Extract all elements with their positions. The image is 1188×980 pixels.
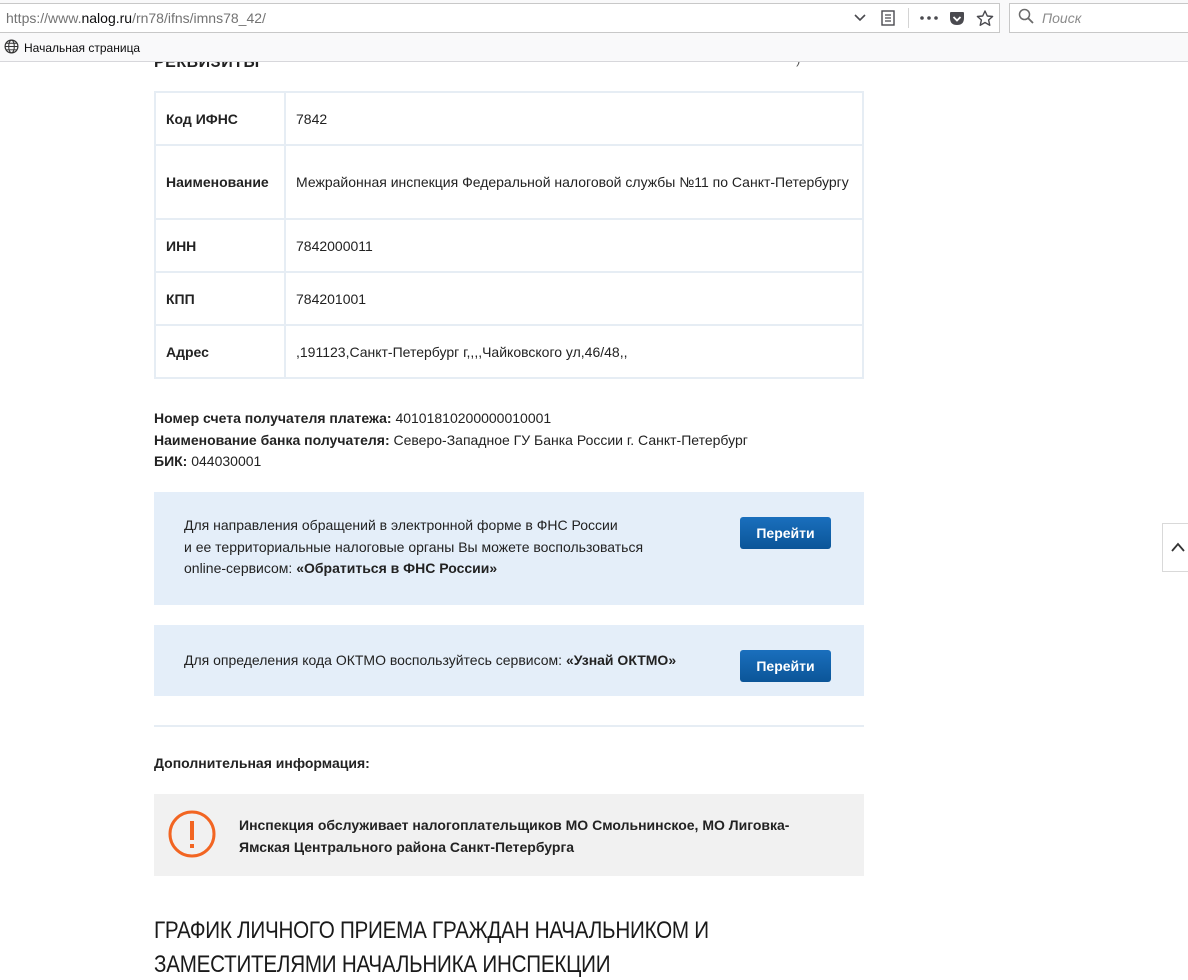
appeal-service-link: «Обратиться в ФНС России» xyxy=(296,560,498,576)
bookmarks-toolbar: Начальная страница xyxy=(0,35,1188,62)
search-icon xyxy=(1018,8,1034,29)
appeal-go-button[interactable]: Перейти xyxy=(740,517,831,549)
requisite-value: 7842 xyxy=(284,91,864,146)
oktmo-go-button[interactable]: Перейти xyxy=(740,650,831,682)
globe-icon xyxy=(4,39,19,57)
scroll-to-top-button[interactable] xyxy=(1162,523,1188,572)
oktmo-service-text: Для определения кода ОКТМО воспользуйтес… xyxy=(184,652,677,668)
extra-info-text: Инспекция обслуживает налогоплательщиков… xyxy=(239,817,790,855)
url-separator xyxy=(908,8,909,28)
bik-line: БИК: 044030001 xyxy=(154,453,262,469)
requisites-table: Код ИФНС 7842 Наименование Межрайонная и… xyxy=(154,91,864,379)
table-row: Адрес ,191123,Санкт-Петербург г,,,,Чайко… xyxy=(154,324,864,379)
pocket-icon[interactable] xyxy=(943,4,971,32)
page-actions-icon[interactable] xyxy=(915,4,943,32)
bank-details: Номер счета получателя платежа: 40101810… xyxy=(154,408,748,473)
browser-toolbar: https://www.nalog.ru/rn78/ifns/imns78_42… xyxy=(0,0,1188,35)
section-heading-extra: ' ) xyxy=(790,62,800,67)
chevron-down-icon[interactable] xyxy=(846,4,874,32)
reader-view-icon[interactable] xyxy=(874,4,902,32)
requisite-key: Код ИФНС xyxy=(154,91,286,146)
chevron-up-icon xyxy=(1170,539,1185,557)
url-text[interactable]: https://www.nalog.ru/rn78/ifns/imns78_42… xyxy=(0,10,846,26)
table-row: КПП 784201001 xyxy=(154,271,864,326)
requisite-key: ИНН xyxy=(154,218,286,273)
appeal-service-box: Для направления обращений в электронной … xyxy=(154,492,864,605)
section-heading: РЕКВИЗИТЫ xyxy=(154,62,260,71)
account-line: Номер счета получателя платежа: 40101810… xyxy=(154,410,552,426)
url-bar[interactable]: https://www.nalog.ru/rn78/ifns/imns78_42… xyxy=(0,3,1000,33)
schedule-heading: ГРАФИК ЛИЧНОГО ПРИЕМА ГРАЖДАН НАЧАЛЬНИКО… xyxy=(154,917,709,978)
requisite-value: 7842000011 xyxy=(284,218,864,273)
requisite-value: Межрайонная инспекция Федеральной налого… xyxy=(284,144,864,220)
bookmark-label: Начальная страница xyxy=(24,41,141,55)
requisite-key: Адрес xyxy=(154,324,286,379)
oktmo-service-box: Для определения кода ОКТМО воспользуйтес… xyxy=(154,625,864,696)
bookmark-home-page[interactable]: Начальная страница xyxy=(4,39,140,57)
bookmark-star-icon[interactable] xyxy=(971,4,999,32)
page-content: РЕКВИЗИТЫ ' ) Код ИФНС 7842 Наименование… xyxy=(0,62,1188,980)
bank-name-line: Наименование банка получателя: Северо-За… xyxy=(154,431,748,448)
search-placeholder: Поиск xyxy=(1042,10,1082,26)
search-bar[interactable]: Поиск xyxy=(1009,3,1188,33)
appeal-service-text: Для направления обращений в электронной … xyxy=(184,517,644,576)
requisite-key: КПП xyxy=(154,271,286,326)
exclamation-icon xyxy=(168,810,216,858)
extra-info-notice: Инспекция обслуживает налогоплательщиков… xyxy=(154,794,864,876)
oktmo-service-link: «Узнай ОКТМО» xyxy=(565,652,677,668)
divider xyxy=(154,725,864,727)
extra-info-title: Дополнительная информация: xyxy=(154,755,370,771)
table-row: Код ИФНС 7842 xyxy=(154,91,864,146)
requisite-value: 784201001 xyxy=(284,271,864,326)
requisite-value: ,191123,Санкт-Петербург г,,,,Чайковского… xyxy=(284,324,864,379)
table-row: ИНН 7842000011 xyxy=(154,218,864,273)
table-row: Наименование Межрайонная инспекция Федер… xyxy=(154,144,864,220)
requisite-key: Наименование xyxy=(154,144,286,220)
